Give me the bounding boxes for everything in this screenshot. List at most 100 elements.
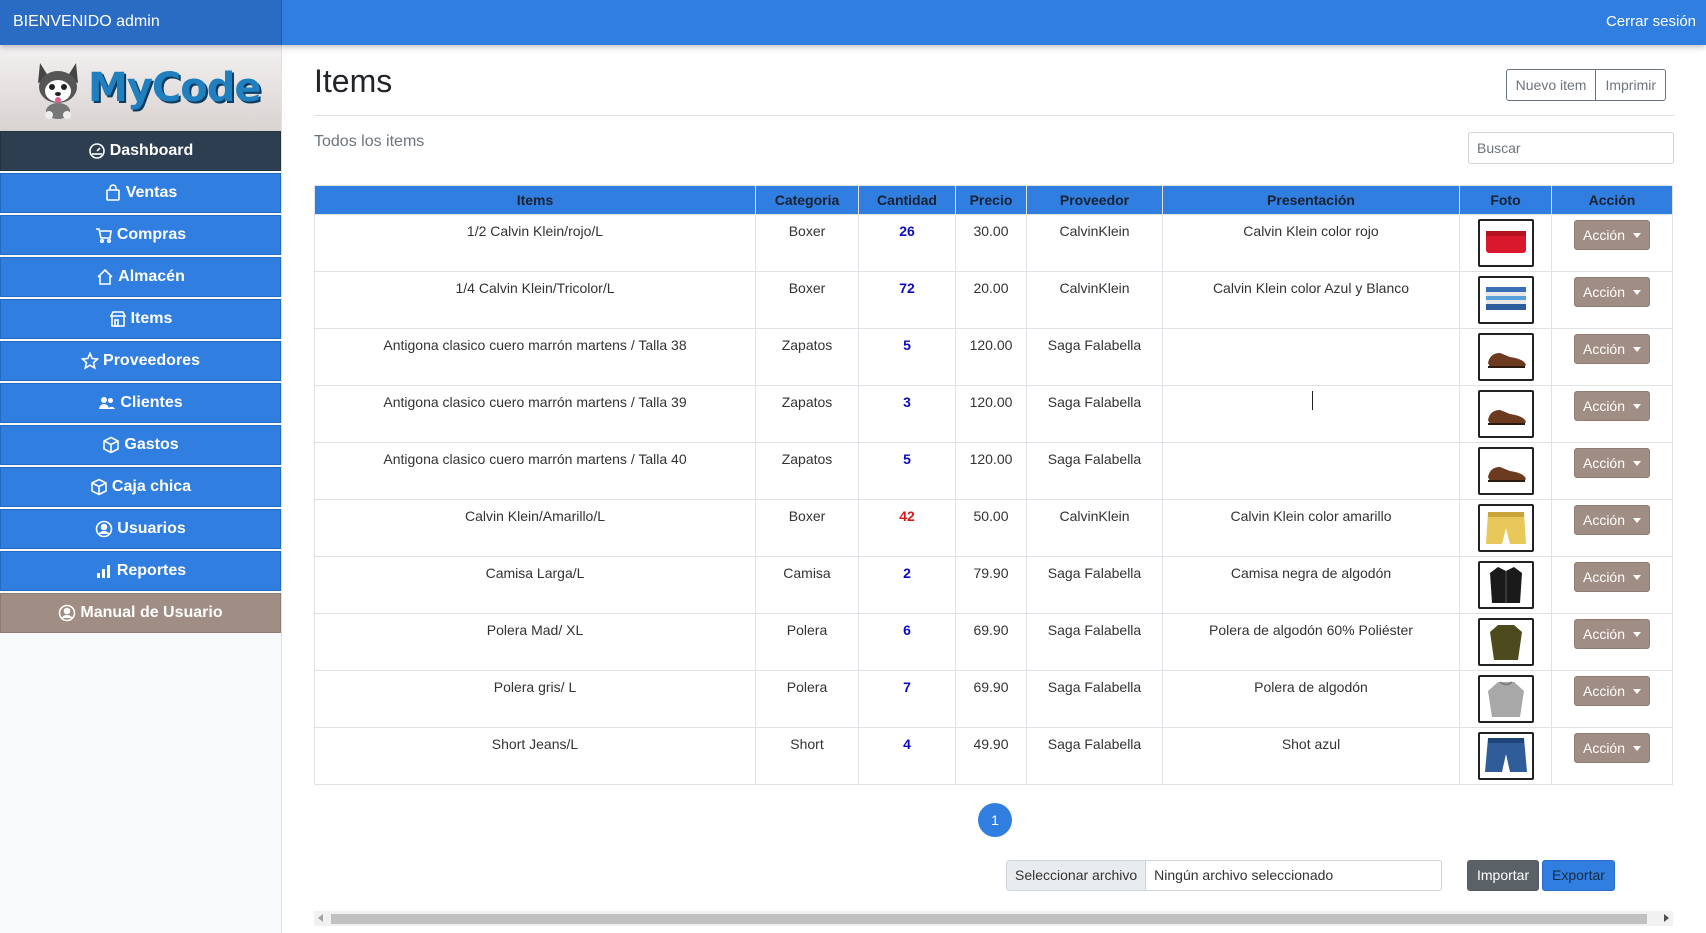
table-row: 1/4 Calvin Klein/Tricolor/L Boxer 72 20.… — [314, 271, 1673, 329]
cell-categoria: Polera — [755, 670, 859, 728]
product-photo-red-boxer[interactable] — [1477, 219, 1534, 267]
cart-icon — [95, 228, 112, 244]
action-dropdown-button[interactable]: Acción — [1573, 733, 1651, 763]
product-photo-black-shirt[interactable] — [1477, 561, 1534, 609]
column-header-items[interactable]: Items — [314, 185, 756, 215]
scrollbar-thumb[interactable] — [331, 914, 1647, 924]
sidebar-item-label: Caja chica — [111, 478, 192, 495]
cell-accion: Acción — [1551, 613, 1673, 671]
action-dropdown-button[interactable]: Acción — [1573, 277, 1651, 307]
sidebar-item-label: Almacén — [118, 268, 185, 285]
product-photo-denim-shorts[interactable] — [1477, 732, 1534, 780]
action-dropdown-label: Acción — [1582, 227, 1626, 243]
sidebar-item-reportes[interactable]: Reportes — [0, 551, 281, 591]
cell-proveedor: Saga Falabella — [1026, 328, 1163, 386]
shop-icon — [109, 311, 126, 327]
bar-chart-icon — [96, 565, 110, 578]
action-dropdown-label: Acción — [1582, 398, 1626, 414]
column-header-presentacion[interactable]: Presentación — [1162, 185, 1460, 215]
sidebar-item-proveedores[interactable]: Proveedores — [0, 341, 281, 381]
user-circle-icon — [95, 520, 113, 538]
column-header-categoria[interactable]: Categoria — [755, 185, 859, 215]
sidebar-item-label: Usuarios — [117, 520, 186, 537]
action-dropdown-button[interactable]: Acción — [1573, 391, 1651, 421]
logout-link[interactable]: Cerrar sesión — [1606, 0, 1696, 45]
column-header-proveedor[interactable]: Proveedor — [1026, 185, 1163, 215]
product-photo-brown-shoe[interactable] — [1477, 447, 1534, 495]
sidebar-item-caja-chica[interactable]: Caja chica — [0, 467, 281, 507]
product-photo-brown-shoe[interactable] — [1477, 390, 1534, 438]
column-header-precio[interactable]: Precio — [955, 185, 1027, 215]
cell-precio: 20.00 — [955, 271, 1027, 329]
action-dropdown-button[interactable]: Acción — [1573, 448, 1651, 478]
product-photo-olive-sweater[interactable] — [1477, 618, 1534, 666]
action-dropdown-button[interactable]: Acción — [1573, 334, 1651, 364]
cell-cantidad: 4 — [858, 727, 956, 785]
items-table: Items Categoria Cantidad Precio Proveedo… — [314, 185, 1673, 785]
sidebar-item-label: Manual de Usuario — [80, 604, 223, 621]
action-dropdown-button[interactable]: Acción — [1573, 676, 1651, 706]
action-dropdown-button[interactable]: Acción — [1573, 505, 1651, 535]
product-photo-brown-shoe[interactable] — [1477, 333, 1534, 381]
cell-accion: Acción — [1551, 670, 1673, 728]
action-dropdown-button[interactable]: Acción — [1573, 562, 1651, 592]
sidebar-item-clientes[interactable]: Clientes — [0, 383, 281, 423]
cell-precio: 69.90 — [955, 613, 1027, 671]
cell-proveedor: CalvinKlein — [1026, 214, 1163, 272]
cell-presentacion — [1162, 442, 1460, 500]
sidebar-item-manual[interactable]: Manual de Usuario — [0, 593, 281, 633]
product-photo-tricolor-boxer[interactable] — [1477, 276, 1534, 324]
cell-cantidad: 3 — [858, 385, 956, 443]
scroll-left-arrow-icon[interactable] — [318, 914, 323, 922]
cell-presentacion: Calvin Klein color rojo — [1162, 214, 1460, 272]
cell-cantidad: 7 — [858, 670, 956, 728]
cell-item: Antigona clasico cuero marrón martens / … — [314, 442, 756, 500]
cell-item: Short Jeans/L — [314, 727, 756, 785]
search-input[interactable] — [1468, 132, 1674, 164]
product-photo-grey-sweater[interactable] — [1477, 675, 1534, 723]
cell-categoria: Short — [755, 727, 859, 785]
sidebar-nav: Dashboard Ventas Compras Almacén Items P… — [0, 131, 281, 633]
cell-item: 1/2 Calvin Klein/rojo/L — [314, 214, 756, 272]
caret-down-icon — [1633, 346, 1642, 352]
caret-down-icon — [1633, 232, 1642, 238]
product-photo-yellow-boxer[interactable] — [1477, 504, 1534, 552]
cell-presentacion: Calvin Klein color Azul y Blanco — [1162, 271, 1460, 329]
cell-categoria: Polera — [755, 613, 859, 671]
table-row: Antigona clasico cuero marrón martens / … — [314, 385, 1673, 443]
action-dropdown-button[interactable]: Acción — [1573, 220, 1651, 250]
cell-cantidad: 6 — [858, 613, 956, 671]
select-file-button[interactable]: Seleccionar archivo — [1007, 861, 1147, 890]
action-dropdown-button[interactable]: Acción — [1573, 619, 1651, 649]
cell-accion: Acción — [1551, 442, 1673, 500]
cell-accion: Acción — [1551, 271, 1673, 329]
file-input[interactable]: Seleccionar archivo Ningún archivo selec… — [1006, 860, 1442, 891]
sidebar-item-ventas[interactable]: Ventas — [0, 173, 281, 213]
logo[interactable]: MyCode — [0, 45, 281, 131]
pagination-page-1[interactable]: 1 — [978, 803, 1012, 837]
cell-foto — [1459, 271, 1552, 329]
cell-accion: Acción — [1551, 214, 1673, 272]
import-button[interactable]: Importar — [1467, 860, 1540, 891]
sidebar-item-dashboard[interactable]: Dashboard — [0, 131, 281, 171]
cell-categoria: Boxer — [755, 214, 859, 272]
cell-accion: Acción — [1551, 385, 1673, 443]
column-header-foto[interactable]: Foto — [1459, 185, 1552, 215]
table-header-row: Items Categoria Cantidad Precio Proveedo… — [314, 185, 1673, 215]
cell-item: Camisa Larga/L — [314, 556, 756, 614]
column-header-cantidad[interactable]: Cantidad — [858, 185, 956, 215]
table-row: Antigona clasico cuero marrón martens / … — [314, 328, 1673, 386]
horizontal-scrollbar[interactable] — [314, 911, 1673, 926]
new-item-button[interactable]: Nuevo item — [1505, 69, 1597, 101]
sidebar-item-usuarios[interactable]: Usuarios — [0, 509, 281, 549]
sidebar-item-gastos[interactable]: Gastos — [0, 425, 281, 465]
sidebar-item-items[interactable]: Items — [0, 299, 281, 339]
scroll-right-arrow-icon[interactable] — [1664, 914, 1669, 922]
sidebar-item-almacen[interactable]: Almacén — [0, 257, 281, 297]
export-button[interactable]: Exportar — [1542, 860, 1615, 891]
column-header-accion[interactable]: Acción — [1551, 185, 1673, 215]
print-button[interactable]: Imprimir — [1596, 69, 1666, 101]
sidebar-item-compras[interactable]: Compras — [0, 215, 281, 255]
sidebar-item-label: Clientes — [120, 394, 183, 411]
cell-foto — [1459, 613, 1552, 671]
